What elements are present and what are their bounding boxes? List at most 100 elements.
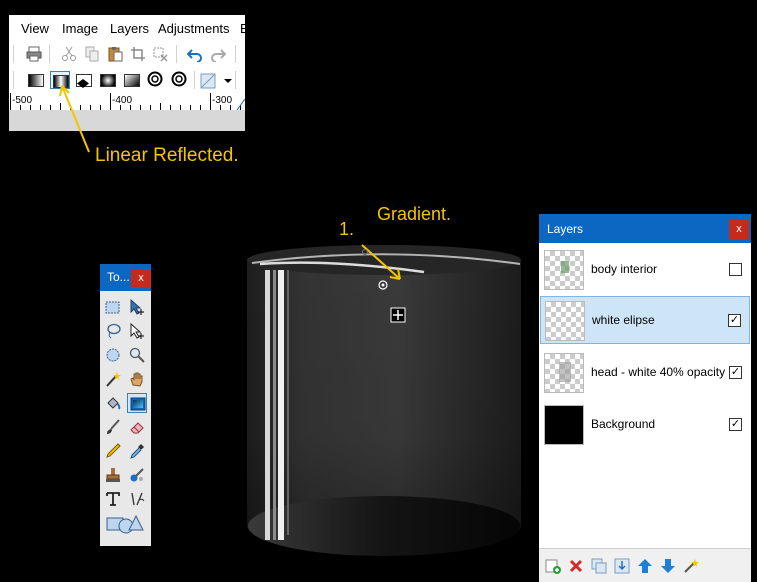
- tool-lasso-select[interactable]: [103, 321, 123, 341]
- edit-toolbar: [9, 41, 245, 67]
- paint-bucket-icon: [107, 397, 121, 410]
- layer-row[interactable]: white elipse ✓: [540, 296, 750, 344]
- lasso-icon: [107, 323, 121, 339]
- canvas-strip: [9, 110, 245, 131]
- undo-icon[interactable]: [187, 46, 203, 62]
- move-layer-up-icon[interactable]: [636, 557, 654, 575]
- print-icon[interactable]: [26, 46, 42, 62]
- tools-window: To... x: [100, 264, 151, 546]
- gradient-linear-button[interactable]: [26, 71, 46, 89]
- app-crop: View Image Layers Adjustments E -500 -40…: [9, 15, 245, 131]
- delete-layer-icon[interactable]: [567, 557, 585, 575]
- tool-color-picker[interactable]: [127, 441, 147, 461]
- menu-adjustments[interactable]: Adjustments: [158, 21, 230, 36]
- layers-toolbar: [539, 548, 751, 582]
- tool-line-curve[interactable]: [127, 489, 147, 509]
- duplicate-layer-icon[interactable]: [590, 557, 608, 575]
- merge-layer-down-icon[interactable]: [613, 557, 631, 575]
- highlight-stripe: [273, 270, 276, 540]
- highlight-stripe: [278, 270, 284, 540]
- callout-gradient: Gradient.: [377, 204, 452, 224]
- spiral-cw-icon: [147, 71, 163, 87]
- menu-layers[interactable]: Layers: [110, 21, 149, 36]
- gradient-spiral-cw-button[interactable]: [146, 71, 166, 89]
- tool-rectangle-select[interactable]: [103, 297, 123, 317]
- tools-close-button[interactable]: x: [131, 269, 151, 288]
- layer-visibility-checkbox[interactable]: [729, 263, 742, 276]
- tool-move-selected[interactable]: [127, 297, 147, 317]
- layer-thumbnail: [544, 250, 584, 290]
- layer-name: white elipse: [592, 313, 655, 327]
- layer-name: body interior: [591, 262, 658, 276]
- gradient-icon: [130, 397, 146, 411]
- tool-clone-stamp[interactable]: [103, 465, 123, 485]
- color-picker-icon: [130, 444, 144, 459]
- tool-zoom[interactable]: [127, 345, 147, 365]
- crop-icon[interactable]: [130, 46, 146, 62]
- ruler-ticks: [10, 93, 245, 110]
- tool-eraser[interactable]: [127, 417, 147, 437]
- linear-gradient-icon: [28, 74, 44, 87]
- add-layer-icon[interactable]: [544, 557, 562, 575]
- conical-gradient-icon: [124, 74, 140, 87]
- menu-view[interactable]: View: [21, 21, 49, 36]
- layer-row[interactable]: Background ✓: [540, 401, 750, 449]
- layer-name: head - white 40% opacity: [591, 365, 726, 379]
- menu-image[interactable]: Image: [62, 21, 98, 36]
- gradient-spiral-ccw-button[interactable]: [170, 71, 190, 89]
- tool-pan[interactable]: [127, 369, 147, 389]
- layers-window: Layers x body interior white elipse ✓ he…: [539, 214, 751, 582]
- tool-paintbrush[interactable]: [103, 417, 123, 437]
- layer-thumbnail: [544, 405, 584, 445]
- highlight-stripe: [265, 270, 270, 540]
- pencil-icon: [106, 443, 121, 458]
- spiral-ccw-icon: [171, 71, 187, 87]
- hand-icon: [130, 372, 143, 387]
- layer-thumbnail: [544, 353, 584, 393]
- color-mode-icon[interactable]: [200, 73, 216, 89]
- layer-visibility-checkbox[interactable]: ✓: [728, 314, 741, 327]
- ellipse-select-icon: [106, 348, 120, 362]
- menu-effects[interactable]: E: [240, 21, 245, 36]
- highlight-stripe: [287, 270, 289, 535]
- menu-bar: View Image Layers Adjustments E: [9, 15, 245, 41]
- layers-close-button[interactable]: x: [729, 220, 749, 240]
- gradient-conical-button[interactable]: [122, 71, 142, 89]
- rectangle-select-icon: [105, 301, 120, 314]
- layer-properties-icon[interactable]: [682, 557, 700, 575]
- tools-titlebar[interactable]: To... x: [100, 264, 151, 291]
- gradient-toolbar: [9, 67, 245, 93]
- layer-row[interactable]: head - white 40% opacity ✓: [540, 349, 750, 397]
- tool-pencil[interactable]: [103, 441, 123, 461]
- magic-wand-icon: [106, 372, 121, 387]
- deselect-icon[interactable]: [152, 46, 168, 62]
- tool-gradient[interactable]: [127, 393, 147, 413]
- zoom-icon: [129, 347, 145, 363]
- layers-title: Layers: [547, 222, 584, 236]
- layer-visibility-checkbox[interactable]: ✓: [729, 418, 742, 431]
- text-icon: [106, 492, 120, 506]
- tool-text[interactable]: [103, 489, 123, 509]
- redo-icon[interactable]: [210, 46, 226, 62]
- clone-stamp-icon: [106, 468, 120, 482]
- tool-paint-bucket[interactable]: [103, 393, 123, 413]
- layers-titlebar[interactable]: Layers x: [539, 214, 751, 243]
- layer-row[interactable]: body interior: [540, 246, 750, 294]
- chevron-down-icon[interactable]: [220, 73, 236, 89]
- tool-move-selection[interactable]: [127, 321, 147, 341]
- layer-visibility-checkbox[interactable]: ✓: [729, 366, 742, 379]
- move-selected-icon: [130, 299, 144, 315]
- cut-icon[interactable]: [61, 46, 77, 62]
- copy-icon[interactable]: [84, 46, 100, 62]
- move-layer-down-icon[interactable]: [659, 557, 677, 575]
- tools-title: To...: [107, 270, 130, 284]
- recolor-icon: [130, 468, 144, 482]
- tool-shapes[interactable]: [106, 514, 146, 534]
- paste-icon[interactable]: [107, 46, 123, 62]
- tool-ellipse-select[interactable]: [103, 345, 123, 365]
- layer-name: Background: [591, 417, 656, 431]
- paintbrush-icon: [107, 419, 120, 434]
- tool-recolor[interactable]: [127, 465, 147, 485]
- callout-linear-reflected: Linear Reflected.: [95, 145, 239, 166]
- tool-magic-wand[interactable]: [103, 369, 123, 389]
